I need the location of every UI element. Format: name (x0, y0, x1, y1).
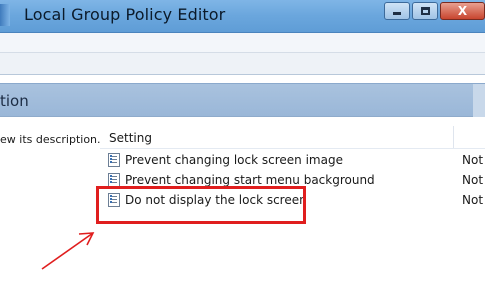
policy-state: Not (462, 153, 484, 167)
section-title: tion (0, 92, 29, 110)
toolbar (0, 53, 485, 75)
policy-name: Do not display the lock screen (125, 193, 307, 207)
policy-setting-icon (108, 193, 120, 207)
app-icon (0, 4, 10, 26)
title-bar: Local Group Policy Editor X (0, 0, 485, 33)
close-button[interactable]: X (440, 2, 485, 20)
list-item[interactable]: Prevent changing start menu background N… (100, 170, 485, 190)
maximize-icon (420, 7, 430, 15)
column-separator[interactable] (453, 126, 454, 148)
policy-name: Prevent changing start menu background (125, 173, 375, 187)
policy-state: Not (462, 193, 484, 207)
settings-list: Prevent changing lock screen image Not P… (100, 150, 485, 210)
description-pane: ew its description. (0, 117, 101, 296)
policy-setting-icon (108, 173, 120, 187)
section-header-edge (473, 84, 485, 118)
maximize-button[interactable] (412, 2, 438, 20)
column-header-setting[interactable]: Setting (109, 131, 152, 145)
window-title: Local Group Policy Editor (24, 5, 226, 24)
list-item[interactable]: Do not display the lock screen Not (100, 190, 485, 210)
list-column-header: Setting (100, 124, 485, 149)
description-text: ew its description. (0, 133, 101, 146)
menu-bar (0, 33, 485, 53)
settings-list-pane[interactable]: Setting Prevent changing lock screen ima… (100, 117, 485, 296)
close-icon: X (457, 4, 468, 18)
minimize-button[interactable] (384, 2, 410, 20)
list-item[interactable]: Prevent changing lock screen image Not (100, 150, 485, 170)
minimize-icon (393, 12, 401, 15)
section-header: tion (0, 83, 485, 118)
policy-setting-icon (108, 153, 120, 167)
toolbar-separator (0, 76, 485, 83)
policy-name: Prevent changing lock screen image (125, 153, 343, 167)
policy-state: Not (462, 173, 484, 187)
